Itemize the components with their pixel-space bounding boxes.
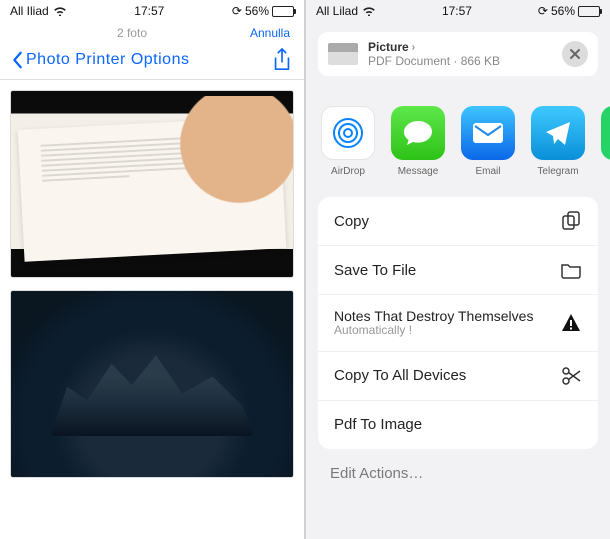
share-email[interactable]: Email bbox=[460, 106, 516, 177]
action-copy-all[interactable]: Copy To All Devices bbox=[318, 352, 598, 401]
status-bar-right: All Lilad 17:57 ⟳ 56% bbox=[306, 0, 610, 22]
folder-icon bbox=[560, 259, 582, 281]
carrier-label: All Lilad bbox=[316, 4, 358, 18]
edit-actions-link[interactable]: Edit Actions… bbox=[306, 449, 610, 498]
telegram-icon bbox=[531, 106, 585, 160]
document-title: Picture bbox=[368, 40, 409, 54]
chevron-right-icon: › bbox=[412, 42, 415, 53]
whatsapp-icon bbox=[601, 106, 610, 160]
photo-thumbnail-island[interactable] bbox=[10, 290, 294, 478]
document-card: Picture› PDF Document · 866 KB bbox=[318, 32, 598, 76]
share-message[interactable]: Message bbox=[390, 106, 446, 177]
close-button[interactable] bbox=[562, 41, 588, 67]
warning-icon bbox=[560, 312, 582, 334]
airdrop-icon bbox=[321, 106, 375, 160]
nav-bar: Photo Printer Options bbox=[0, 40, 304, 80]
photo-list[interactable] bbox=[0, 80, 304, 539]
scissors-icon bbox=[560, 365, 582, 387]
share-label: Message bbox=[398, 166, 439, 177]
chevron-left-icon bbox=[12, 51, 24, 69]
battery-percent: 56% bbox=[551, 4, 575, 18]
document-thumbnail-icon bbox=[328, 43, 358, 65]
clock: 17:57 bbox=[134, 4, 164, 18]
rotation-lock-icon: ⟳ bbox=[232, 4, 242, 18]
share-label: AirDrop bbox=[331, 166, 365, 177]
carrier-label: All Iliad bbox=[10, 4, 49, 18]
action-pdf-to-image[interactable]: Pdf To Image bbox=[318, 401, 598, 449]
action-save-file[interactable]: Save To File bbox=[318, 246, 598, 295]
action-notes-destroy[interactable]: Notes That Destroy Themselves Automatica… bbox=[318, 295, 598, 352]
wifi-icon bbox=[53, 6, 67, 16]
left-pane: All Iliad 17:57 ⟳ 56% 2 foto Annulla Pho… bbox=[0, 0, 304, 539]
share-whatsapp[interactable]: W bbox=[600, 106, 610, 177]
share-targets-row[interactable]: AirDrop Message Email Telegram W bbox=[306, 86, 610, 185]
battery-icon bbox=[578, 6, 600, 17]
share-label: Email bbox=[475, 166, 500, 177]
wifi-icon bbox=[362, 6, 376, 16]
action-label: Pdf To Image bbox=[334, 416, 422, 433]
message-icon bbox=[391, 106, 445, 160]
close-icon bbox=[569, 48, 581, 60]
copy-icon bbox=[560, 210, 582, 232]
document-subtitle: PDF Document · 866 KB bbox=[368, 54, 552, 68]
battery-icon bbox=[272, 6, 294, 17]
email-icon bbox=[461, 106, 515, 160]
cancel-link[interactable]: Annulla bbox=[250, 26, 290, 40]
action-label: Copy bbox=[334, 213, 369, 230]
rotation-lock-icon: ⟳ bbox=[538, 4, 548, 18]
battery-percent: 56% bbox=[245, 4, 269, 18]
action-sublabel: Automatically ! bbox=[334, 324, 533, 338]
action-label: Copy To All Devices bbox=[334, 367, 466, 384]
action-label: Save To File bbox=[334, 262, 416, 279]
actions-list: Copy Save To File Notes That Destroy The… bbox=[318, 197, 598, 449]
share-icon[interactable] bbox=[272, 48, 292, 72]
share-airdrop[interactable]: AirDrop bbox=[320, 106, 376, 177]
back-button[interactable]: Photo Printer Options bbox=[12, 51, 189, 69]
back-label: Photo Printer Options bbox=[26, 51, 189, 69]
share-telegram[interactable]: Telegram bbox=[530, 106, 586, 177]
action-copy[interactable]: Copy bbox=[318, 197, 598, 246]
right-pane: All Lilad 17:57 ⟳ 56% Picture› PDF Docum… bbox=[306, 0, 610, 539]
subheader: 2 foto Annulla bbox=[0, 22, 304, 40]
share-label: Telegram bbox=[537, 166, 578, 177]
action-label: Notes That Destroy Themselves bbox=[334, 308, 533, 324]
status-bar-left: All Iliad 17:57 ⟳ 56% bbox=[0, 0, 304, 22]
photo-thumbnail-signing[interactable] bbox=[10, 90, 294, 278]
photo-count: 2 foto bbox=[117, 26, 147, 40]
edit-actions-label: Edit Actions… bbox=[330, 465, 423, 482]
clock: 17:57 bbox=[442, 4, 472, 18]
